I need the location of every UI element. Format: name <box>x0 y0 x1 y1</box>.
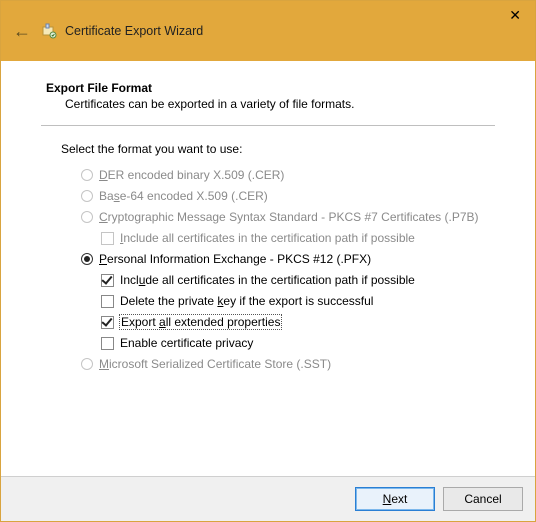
radio-sst <box>81 358 93 370</box>
radio-der <box>81 169 93 181</box>
label-pfx-delete-key: Delete the private key if the export is … <box>120 294 373 308</box>
label-pfx-include-path: Include all certificates in the certific… <box>120 273 415 287</box>
option-pfx-export-extended[interactable]: Export all extended properties <box>81 313 495 331</box>
wizard-icon <box>41 23 57 39</box>
label-sst: Microsoft Serialized Certificate Store (… <box>99 357 331 371</box>
cancel-button[interactable]: Cancel <box>443 487 523 511</box>
label-der: DER encoded binary X.509 (.CER) <box>99 168 284 182</box>
window-title: Certificate Export Wizard <box>65 24 203 38</box>
label-pfx-enable-privacy: Enable certificate privacy <box>120 336 253 350</box>
radio-pfx[interactable] <box>81 253 93 265</box>
option-pkcs7: Cryptographic Message Syntax Standard - … <box>81 208 495 226</box>
checkbox-pfx-delete-key[interactable] <box>101 295 114 308</box>
next-button[interactable]: Next <box>355 487 435 511</box>
option-pkcs7-include-path: Include all certificates in the certific… <box>81 229 495 247</box>
label-pkcs7-include-path: Include all certificates in the certific… <box>120 231 415 245</box>
radio-base64 <box>81 190 93 202</box>
checkbox-pkcs7-include-path <box>101 232 114 245</box>
label-pfx: Personal Information Exchange - PKCS #12… <box>99 252 371 266</box>
wizard-window: ✕ ← Certificate Export Wizard Export Fil… <box>0 0 536 522</box>
checkbox-pfx-enable-privacy[interactable] <box>101 337 114 350</box>
format-options: DER encoded binary X.509 (.CER) Base-64 … <box>41 166 495 373</box>
checkbox-pfx-include-path[interactable] <box>101 274 114 287</box>
option-pfx-delete-key[interactable]: Delete the private key if the export is … <box>81 292 495 310</box>
option-pfx-enable-privacy[interactable]: Enable certificate privacy <box>81 334 495 352</box>
label-base64: Base-64 encoded X.509 (.CER) <box>99 189 268 203</box>
label-pkcs7: Cryptographic Message Syntax Standard - … <box>99 210 479 224</box>
wizard-footer: Next Cancel <box>1 476 535 521</box>
option-der: DER encoded binary X.509 (.CER) <box>81 166 495 184</box>
checkbox-pfx-export-extended[interactable] <box>101 316 114 329</box>
back-arrow-icon[interactable]: ← <box>13 22 31 40</box>
page-heading: Export File Format <box>41 81 495 95</box>
option-base64: Base-64 encoded X.509 (.CER) <box>81 187 495 205</box>
option-sst: Microsoft Serialized Certificate Store (… <box>81 355 495 373</box>
separator <box>41 125 495 126</box>
option-pfx[interactable]: Personal Information Exchange - PKCS #12… <box>81 250 495 268</box>
close-icon[interactable]: ✕ <box>509 7 521 24</box>
wizard-body: Export File Format Certificates can be e… <box>1 61 535 476</box>
radio-pkcs7 <box>81 211 93 223</box>
label-pfx-export-extended: Export all extended properties <box>120 315 281 329</box>
option-pfx-include-path[interactable]: Include all certificates in the certific… <box>81 271 495 289</box>
format-prompt: Select the format you want to use: <box>41 142 495 156</box>
titlebar: ✕ ← Certificate Export Wizard <box>1 1 535 61</box>
page-subheading: Certificates can be exported in a variet… <box>41 95 495 111</box>
